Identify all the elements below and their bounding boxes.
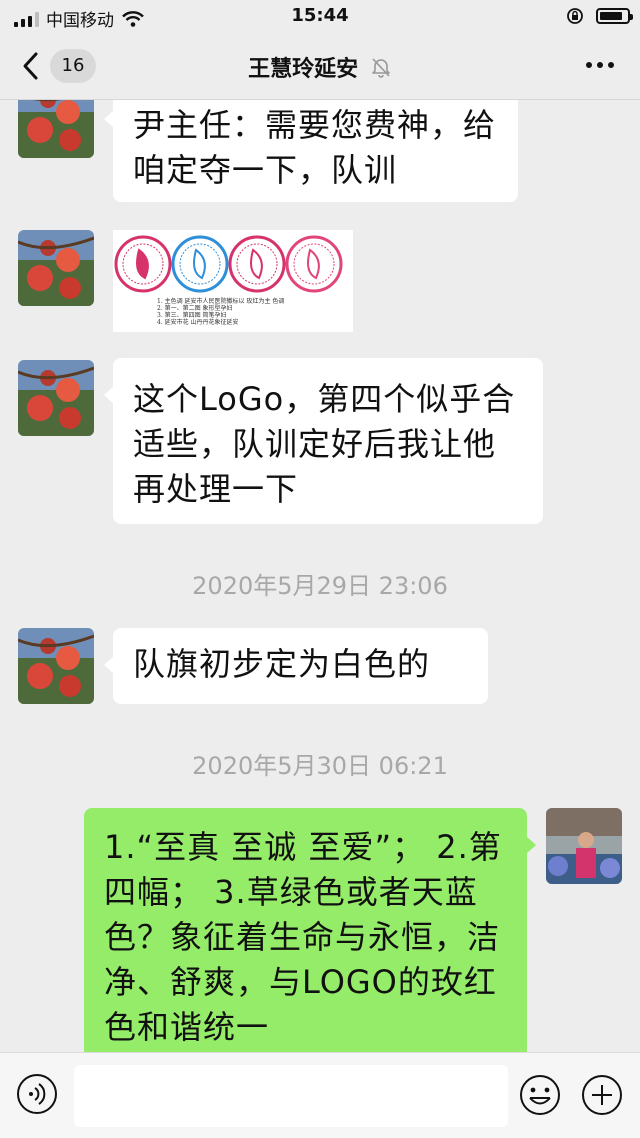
avatar[interactable]	[18, 360, 94, 436]
message-bubble-outgoing[interactable]: 1.“至真 至诚 至爱”； 2.第四幅； 3.草绿色或者天蓝色？象征着生命与永恒…	[84, 808, 536, 1052]
chat-title-text: 王慧玲延安	[248, 57, 359, 82]
logo-caption-line: 4. 延安市花 山丹丹花象征延安	[157, 318, 239, 326]
battery-icon	[596, 8, 633, 24]
nav-bar: 16 王慧玲延安	[0, 34, 640, 100]
message-text: 队旗初步定为白色的	[133, 645, 431, 683]
message-timestamp: 2020年5月30日 06:21	[192, 752, 448, 780]
clock: 15:44	[291, 5, 349, 26]
message-text: 1.“至真 至诚 至爱”； 2.第四幅； 3.草绿色或者天蓝色？象征着生命与永恒…	[104, 828, 502, 1046]
battery-fill	[600, 12, 622, 20]
emoji-icon[interactable]	[518, 1073, 562, 1117]
apple-avatar-icon	[18, 100, 94, 158]
logo-option-2	[171, 235, 229, 293]
logo-image-message[interactable]: 1. 主色调 延安市人民医院徽标以 玫红为主 色调 2. 第一、第二图 象形型孕…	[113, 230, 353, 332]
add-more-icon[interactable]	[580, 1073, 624, 1117]
logo-option-3	[228, 235, 286, 293]
message-input[interactable]	[74, 1065, 508, 1127]
apple-avatar-icon	[18, 360, 94, 436]
avatar[interactable]	[18, 100, 94, 158]
logo-caption-line: 1. 主色调 延安市人民医院徽标以 玫红为主 色调	[157, 297, 284, 305]
message-timestamp: 2020年5月29日 23:06	[192, 572, 448, 600]
status-right	[566, 7, 633, 25]
logo-caption-line: 2. 第一、第二图 象形型孕妇	[157, 304, 233, 312]
apple-avatar-icon	[18, 230, 94, 306]
logo-options-image: 1. 主色调 延安市人民医院徽标以 玫红为主 色调 2. 第一、第二图 象形型孕…	[114, 235, 343, 326]
avatar[interactable]	[18, 628, 94, 704]
avatar[interactable]	[18, 230, 94, 306]
chat-area[interactable]: 尹主任：需要您费神，给咱定夺一下，队训 1. 主色调 延安市人民医院徽标以 玫红…	[0, 100, 640, 1052]
logo-caption-line: 3. 第三、第四图 简笔孕妇	[157, 311, 227, 319]
message-bubble[interactable]: 队旗初步定为白色的	[104, 628, 488, 704]
logo-option-4	[285, 235, 343, 293]
message-text: 这个LoGo，第四个似乎合适些，队训定好后我让他再处理一下	[133, 380, 516, 508]
message-bubble[interactable]: 这个LoGo，第四个似乎合适些，队训定好后我让他再处理一下	[104, 358, 543, 524]
message-text: 尹主任：需要您费神，给咱定夺一下，队训	[133, 106, 497, 189]
self-avatar[interactable]	[546, 808, 622, 884]
more-options-icon[interactable]	[586, 62, 614, 68]
logo-option-1	[114, 235, 172, 293]
rotation-lock-icon	[567, 8, 583, 24]
portrait-avatar-icon	[546, 808, 622, 884]
message-bubble[interactable]: 尹主任：需要您费神，给咱定夺一下，队训	[104, 100, 518, 202]
input-bar	[0, 1052, 640, 1138]
status-bar: 中国移动 15:44	[0, 0, 640, 34]
voice-input-icon[interactable]	[16, 1073, 58, 1115]
mute-bell-icon	[372, 58, 390, 78]
apple-avatar-icon	[18, 628, 94, 704]
chat-title: 王慧玲延安	[0, 51, 640, 83]
